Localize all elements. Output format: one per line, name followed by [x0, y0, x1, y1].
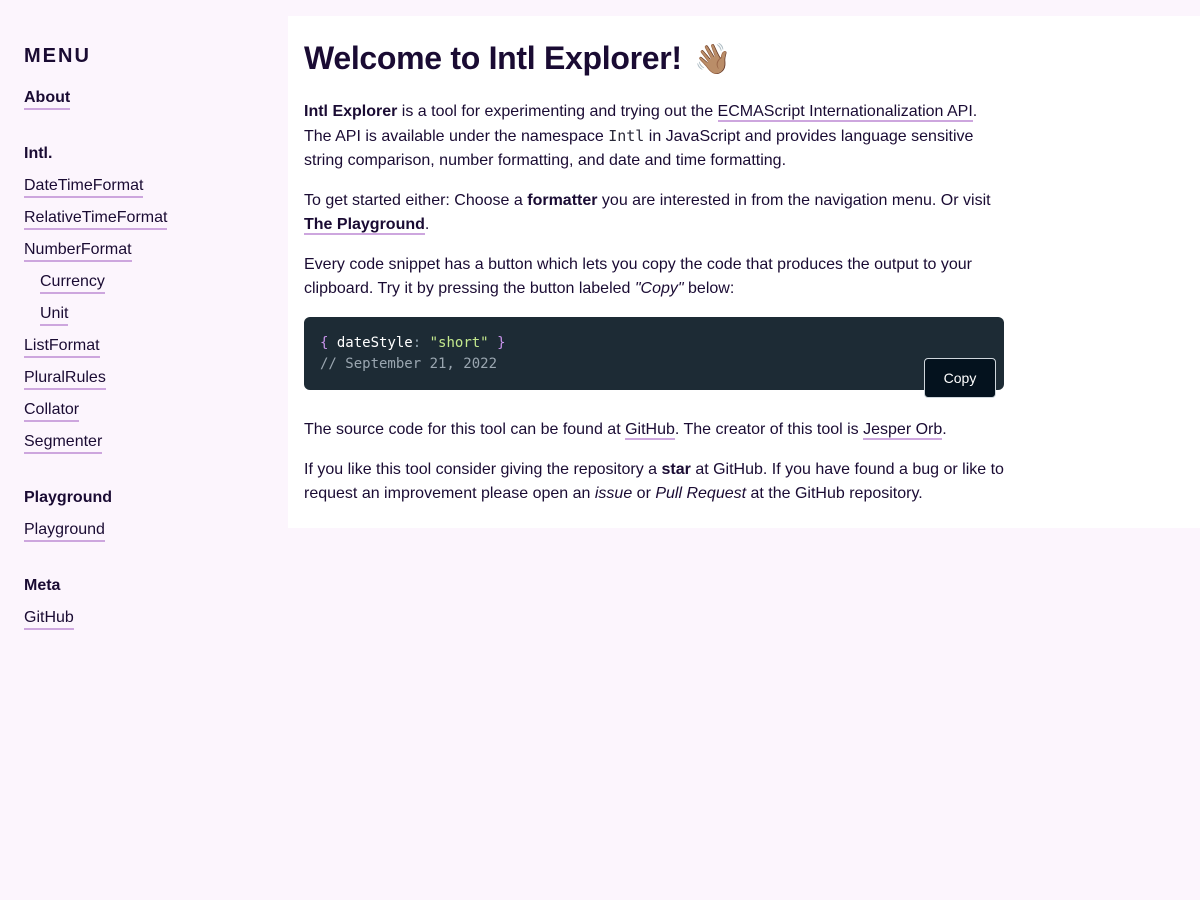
- content-column: Welcome to Intl Explorer! 👋🏽 Intl Explor…: [304, 38, 1004, 506]
- sidebar-item-unit[interactable]: Unit: [40, 304, 69, 326]
- sidebar-heading-intl: Intl.: [24, 145, 53, 162]
- sidebar-item-datetimeformat[interactable]: DateTimeFormat: [24, 176, 144, 198]
- intro-paragraph: Intl Explorer is a tool for experimentin…: [304, 100, 1004, 173]
- sidebar-item-playground[interactable]: Playground: [24, 520, 105, 542]
- snippet-paragraph: Every code snippet has a button which le…: [304, 253, 1004, 301]
- github-link[interactable]: GitHub: [625, 421, 675, 440]
- playground-link[interactable]: The Playground: [304, 216, 425, 235]
- main-content-card: Welcome to Intl Explorer! 👋🏽 Intl Explor…: [288, 16, 1200, 528]
- intro-strong: Intl Explorer: [304, 103, 398, 120]
- star-text-4: at the GitHub repository.: [746, 485, 923, 502]
- code-output-comment: // September 21, 2022: [320, 356, 498, 372]
- source-text-3: .: [942, 421, 947, 438]
- sidebar-item-about[interactable]: About: [24, 88, 71, 110]
- intro-text-1: is a tool for experimenting and trying o…: [397, 103, 718, 120]
- sidebar-item-currency[interactable]: Currency: [40, 272, 105, 294]
- copy-button[interactable]: Copy: [924, 358, 996, 398]
- sidebar-item-github[interactable]: GitHub: [24, 608, 74, 630]
- sidebar-item-pluralrules[interactable]: PluralRules: [24, 368, 106, 390]
- getting-started-paragraph: To get started either: Choose a formatte…: [304, 189, 1004, 237]
- ecmascript-intl-api-link[interactable]: ECMAScript Internationalization API: [717, 103, 973, 122]
- star-em-pull-request: Pull Request: [655, 485, 747, 502]
- code-close-brace: }: [497, 335, 506, 351]
- sidebar-item-segmenter[interactable]: Segmenter: [24, 432, 103, 454]
- page-title-text: Welcome to Intl Explorer!: [304, 40, 682, 76]
- code-key: dateStyle: [336, 335, 413, 351]
- star-paragraph: If you like this tool consider giving th…: [304, 458, 1004, 506]
- menu-title: MENU: [24, 45, 91, 67]
- started-strong: formatter: [527, 192, 598, 209]
- sidebar-item-relativetimeformat[interactable]: RelativeTimeFormat: [24, 208, 168, 230]
- snippet-text-2: below:: [683, 280, 735, 297]
- source-text-1: The source code for this tool can be fou…: [304, 421, 626, 438]
- star-em-issue: issue: [594, 485, 633, 502]
- source-paragraph: The source code for this tool can be fou…: [304, 418, 1004, 442]
- started-text-1: To get started either: Choose a: [304, 192, 528, 209]
- started-text-3: .: [424, 216, 430, 233]
- sidebar-item-collator[interactable]: Collator: [24, 400, 80, 422]
- star-text-3: or: [632, 485, 656, 502]
- intl-inline-code: Intl: [608, 127, 645, 145]
- started-text-2: you are interested in from the navigatio…: [597, 192, 991, 209]
- star-strong: star: [661, 461, 691, 478]
- sidebar-heading-playground: Playground: [24, 489, 113, 506]
- star-text-1: If you like this tool consider giving th…: [304, 461, 662, 478]
- page-title: Welcome to Intl Explorer! 👋🏽: [304, 38, 1004, 80]
- sidebar-item-listformat[interactable]: ListFormat: [24, 336, 100, 358]
- sidebar-heading-meta: Meta: [24, 577, 61, 594]
- waving-hand-icon: 👋🏽: [694, 43, 732, 76]
- sidebar-menu: MENU About Intl. DateTimeFormat Relative…: [0, 0, 288, 900]
- code-open-brace: {: [320, 335, 329, 351]
- code-snippet: { dateStyle: "short" } // September 21, …: [304, 317, 1004, 398]
- author-link[interactable]: Jesper Orb: [863, 421, 943, 440]
- code-line-1: { dateStyle: "short" }: [320, 333, 988, 354]
- app-root: MENU About Intl. DateTimeFormat Relative…: [0, 0, 1200, 900]
- code-value: "short": [429, 335, 489, 351]
- source-text-2: . The creator of this tool is: [674, 421, 864, 438]
- code-colon: :: [412, 335, 422, 351]
- snippet-em: "Copy": [634, 280, 684, 297]
- sidebar-item-numberformat[interactable]: NumberFormat: [24, 240, 132, 262]
